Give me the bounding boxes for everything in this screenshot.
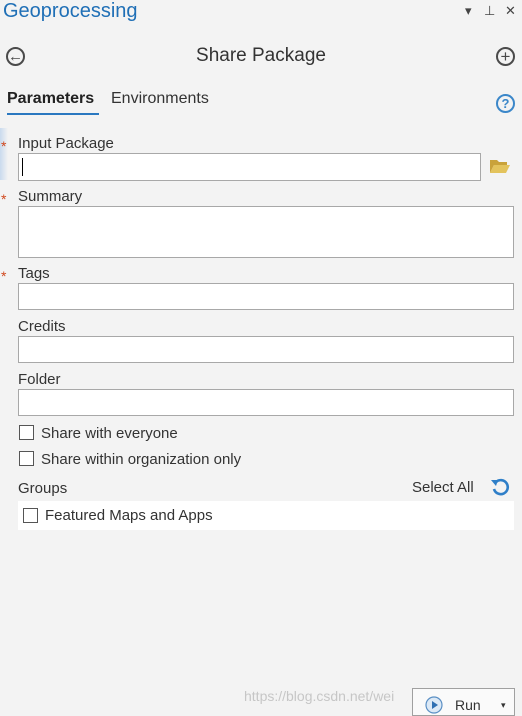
run-icon[interactable] [425,696,443,714]
summary-label: Summary [18,188,83,205]
add-icon[interactable]: + [496,47,515,66]
required-marker: * [1,191,7,207]
required-marker: * [1,268,7,284]
tags-field[interactable] [18,283,514,310]
folder-label: Folder [18,371,61,388]
group-featured-label[interactable]: Featured Maps and Apps [45,507,213,524]
share-everyone-label[interactable]: Share with everyone [41,425,178,442]
tags-label: Tags [18,265,50,282]
run-dropdown-icon[interactable]: ▾ [501,700,506,711]
help-icon[interactable]: ? [496,94,515,113]
watermark-text: https://blog.csdn.net/wei [244,688,395,704]
input-package-field[interactable] [18,153,481,181]
credits-field[interactable] [18,336,514,363]
active-parameter-highlight [0,128,8,180]
share-org-label[interactable]: Share within organization only [41,451,241,468]
close-icon[interactable]: ✕ [505,3,516,19]
text-caret [22,158,23,176]
select-all-link[interactable]: Select All [412,479,474,496]
required-marker: * [1,138,7,154]
tool-title: Share Package [196,45,326,66]
refresh-icon[interactable] [490,477,512,497]
input-package-label: Input Package [18,135,114,152]
tab-parameters[interactable]: Parameters [7,90,94,108]
run-label[interactable]: Run [455,697,481,713]
groups-label: Groups [18,480,68,497]
credits-label: Credits [18,318,66,335]
group-featured-checkbox[interactable] [23,508,38,523]
folder-open-icon[interactable] [489,157,511,175]
summary-field[interactable] [18,206,514,258]
pane-options-dropdown-icon[interactable]: ▾ [465,3,472,19]
active-tab-indicator [7,113,99,115]
pin-icon[interactable]: ⊥ [484,3,495,19]
tab-environments[interactable]: Environments [111,90,209,108]
share-org-checkbox[interactable] [19,451,34,466]
folder-field[interactable] [18,389,514,416]
pane-title: Geoprocessing [3,0,138,22]
share-everyone-checkbox[interactable] [19,425,34,440]
